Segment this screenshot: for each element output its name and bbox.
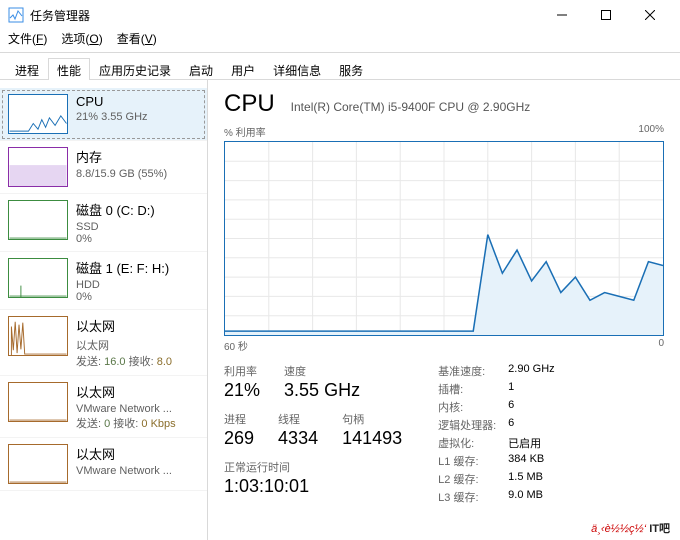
sidebar-item-cpu[interactable]: CPU 21% 3.55 GHz bbox=[0, 88, 207, 141]
detail-table: 基准速度:2.90 GHz 插槽:1 内核:6 逻辑处理器:6 虚拟化:已启用 … bbox=[438, 363, 554, 507]
sidebar-item-ethernet[interactable]: 以太网 以太网 发送: 16.0 接收: 8.0 bbox=[0, 310, 207, 376]
stats: 利用率 21% 速度 3.55 GHz 进程 269 线程 43 bbox=[224, 363, 664, 507]
chart-x-max: 60 秒 bbox=[224, 338, 248, 353]
sidebar: CPU 21% 3.55 GHz 内存 8.8/15.9 GB (55%) 磁盘… bbox=[0, 80, 208, 540]
util-label: 利用率 bbox=[224, 363, 260, 379]
sidebar-item-ethernet-vm2[interactable]: 以太网 VMware Network ... bbox=[0, 438, 207, 491]
menu-view[interactable]: 查看(V) bbox=[117, 30, 157, 52]
cpu-description: Intel(R) Core(TM) i5-9400F CPU @ 2.90GHz bbox=[291, 100, 531, 114]
tab-users[interactable]: 用户 bbox=[222, 58, 264, 80]
chart-y-label: % 利用率 bbox=[224, 124, 266, 139]
sidebar-item-label: 以太网 bbox=[76, 444, 172, 463]
thumb-disk bbox=[8, 258, 68, 298]
titlebar: 任务管理器 bbox=[0, 0, 680, 30]
main-panel: CPU Intel(R) Core(TM) i5-9400F CPU @ 2.9… bbox=[208, 80, 680, 540]
threads-label: 线程 bbox=[278, 411, 318, 427]
sidebar-item-disk1[interactable]: 磁盘 1 (E: F: H:) HDD 0% bbox=[0, 252, 207, 310]
window-title: 任务管理器 bbox=[30, 7, 540, 24]
uptime-value: 1:03:10:01 bbox=[224, 476, 402, 497]
sidebar-item-sub: 8.8/15.9 GB (55%) bbox=[76, 168, 167, 180]
thumb-ethernet bbox=[8, 382, 68, 422]
sidebar-item-sub: 以太网 bbox=[76, 337, 172, 353]
menu-file[interactable]: 文件(F) bbox=[8, 30, 47, 52]
tab-details[interactable]: 详细信息 bbox=[264, 58, 330, 80]
maximize-button[interactable] bbox=[584, 0, 628, 30]
chart-top-labels: % 利用率 100% bbox=[224, 124, 664, 139]
menubar: 文件(F) 选项(O) 查看(V) bbox=[0, 30, 680, 52]
sidebar-item-label: 内存 bbox=[76, 147, 167, 166]
speed-label: 速度 bbox=[284, 363, 360, 379]
sidebar-item-sub2: 0% bbox=[76, 233, 155, 245]
tab-processes[interactable]: 进程 bbox=[6, 58, 48, 80]
sidebar-item-sub: VMware Network ... bbox=[76, 403, 176, 415]
watermark: ä¸‹è½½ç½‘ IT吧 bbox=[591, 520, 670, 536]
chart-bottom-labels: 60 秒 0 bbox=[224, 338, 664, 353]
chart-x-min: 0 bbox=[658, 338, 664, 353]
handles-value: 141493 bbox=[342, 428, 402, 449]
proc-label: 进程 bbox=[224, 411, 254, 427]
menu-options[interactable]: 选项(O) bbox=[61, 30, 102, 52]
sidebar-item-sub2: 发送: 16.0 接收: 8.0 bbox=[76, 353, 172, 369]
content: CPU 21% 3.55 GHz 内存 8.8/15.9 GB (55%) 磁盘… bbox=[0, 80, 680, 540]
task-manager-icon bbox=[8, 7, 24, 23]
sidebar-item-label: 以太网 bbox=[76, 316, 172, 335]
sidebar-item-disk0[interactable]: 磁盘 0 (C: D:) SSD 0% bbox=[0, 194, 207, 252]
sidebar-item-label: 磁盘 1 (E: F: H:) bbox=[76, 258, 169, 277]
sidebar-item-sub: HDD bbox=[76, 279, 169, 291]
tab-services[interactable]: 服务 bbox=[330, 58, 372, 80]
thumb-cpu bbox=[8, 94, 68, 134]
sidebar-item-sub: SSD bbox=[76, 221, 155, 233]
tab-startup[interactable]: 启动 bbox=[180, 58, 222, 80]
sidebar-item-label: 磁盘 0 (C: D:) bbox=[76, 200, 155, 219]
sidebar-item-ethernet-vm1[interactable]: 以太网 VMware Network ... 发送: 0 接收: 0 Kbps bbox=[0, 376, 207, 438]
main-title: CPU bbox=[224, 90, 275, 118]
tab-app-history[interactable]: 应用历史记录 bbox=[90, 58, 180, 80]
threads-value: 4334 bbox=[278, 428, 318, 449]
minimize-button[interactable] bbox=[540, 0, 584, 30]
uptime-label: 正常运行时间 bbox=[224, 459, 402, 475]
sidebar-item-sub: 21% 3.55 GHz bbox=[76, 111, 148, 123]
proc-value: 269 bbox=[224, 428, 254, 449]
main-header: CPU Intel(R) Core(TM) i5-9400F CPU @ 2.9… bbox=[224, 90, 664, 118]
thumb-disk bbox=[8, 200, 68, 240]
close-button[interactable] bbox=[628, 0, 672, 30]
sidebar-item-memory[interactable]: 内存 8.8/15.9 GB (55%) bbox=[0, 141, 207, 194]
sidebar-item-sub: VMware Network ... bbox=[76, 465, 172, 477]
tab-performance[interactable]: 性能 bbox=[48, 58, 90, 80]
cpu-chart bbox=[224, 141, 664, 336]
thumb-ethernet bbox=[8, 316, 68, 356]
chart-y-max: 100% bbox=[638, 124, 664, 139]
tabs: 进程 性能 应用历史记录 启动 用户 详细信息 服务 bbox=[0, 52, 680, 80]
handles-label: 句柄 bbox=[342, 411, 402, 427]
util-value: 21% bbox=[224, 380, 260, 401]
sidebar-item-sub2: 发送: 0 接收: 0 Kbps bbox=[76, 415, 176, 431]
thumb-ethernet bbox=[8, 444, 68, 484]
speed-value: 3.55 GHz bbox=[284, 380, 360, 401]
sidebar-item-sub2: 0% bbox=[76, 291, 169, 303]
sidebar-item-label: CPU bbox=[76, 94, 148, 109]
thumb-memory bbox=[8, 147, 68, 187]
sidebar-item-label: 以太网 bbox=[76, 382, 176, 401]
